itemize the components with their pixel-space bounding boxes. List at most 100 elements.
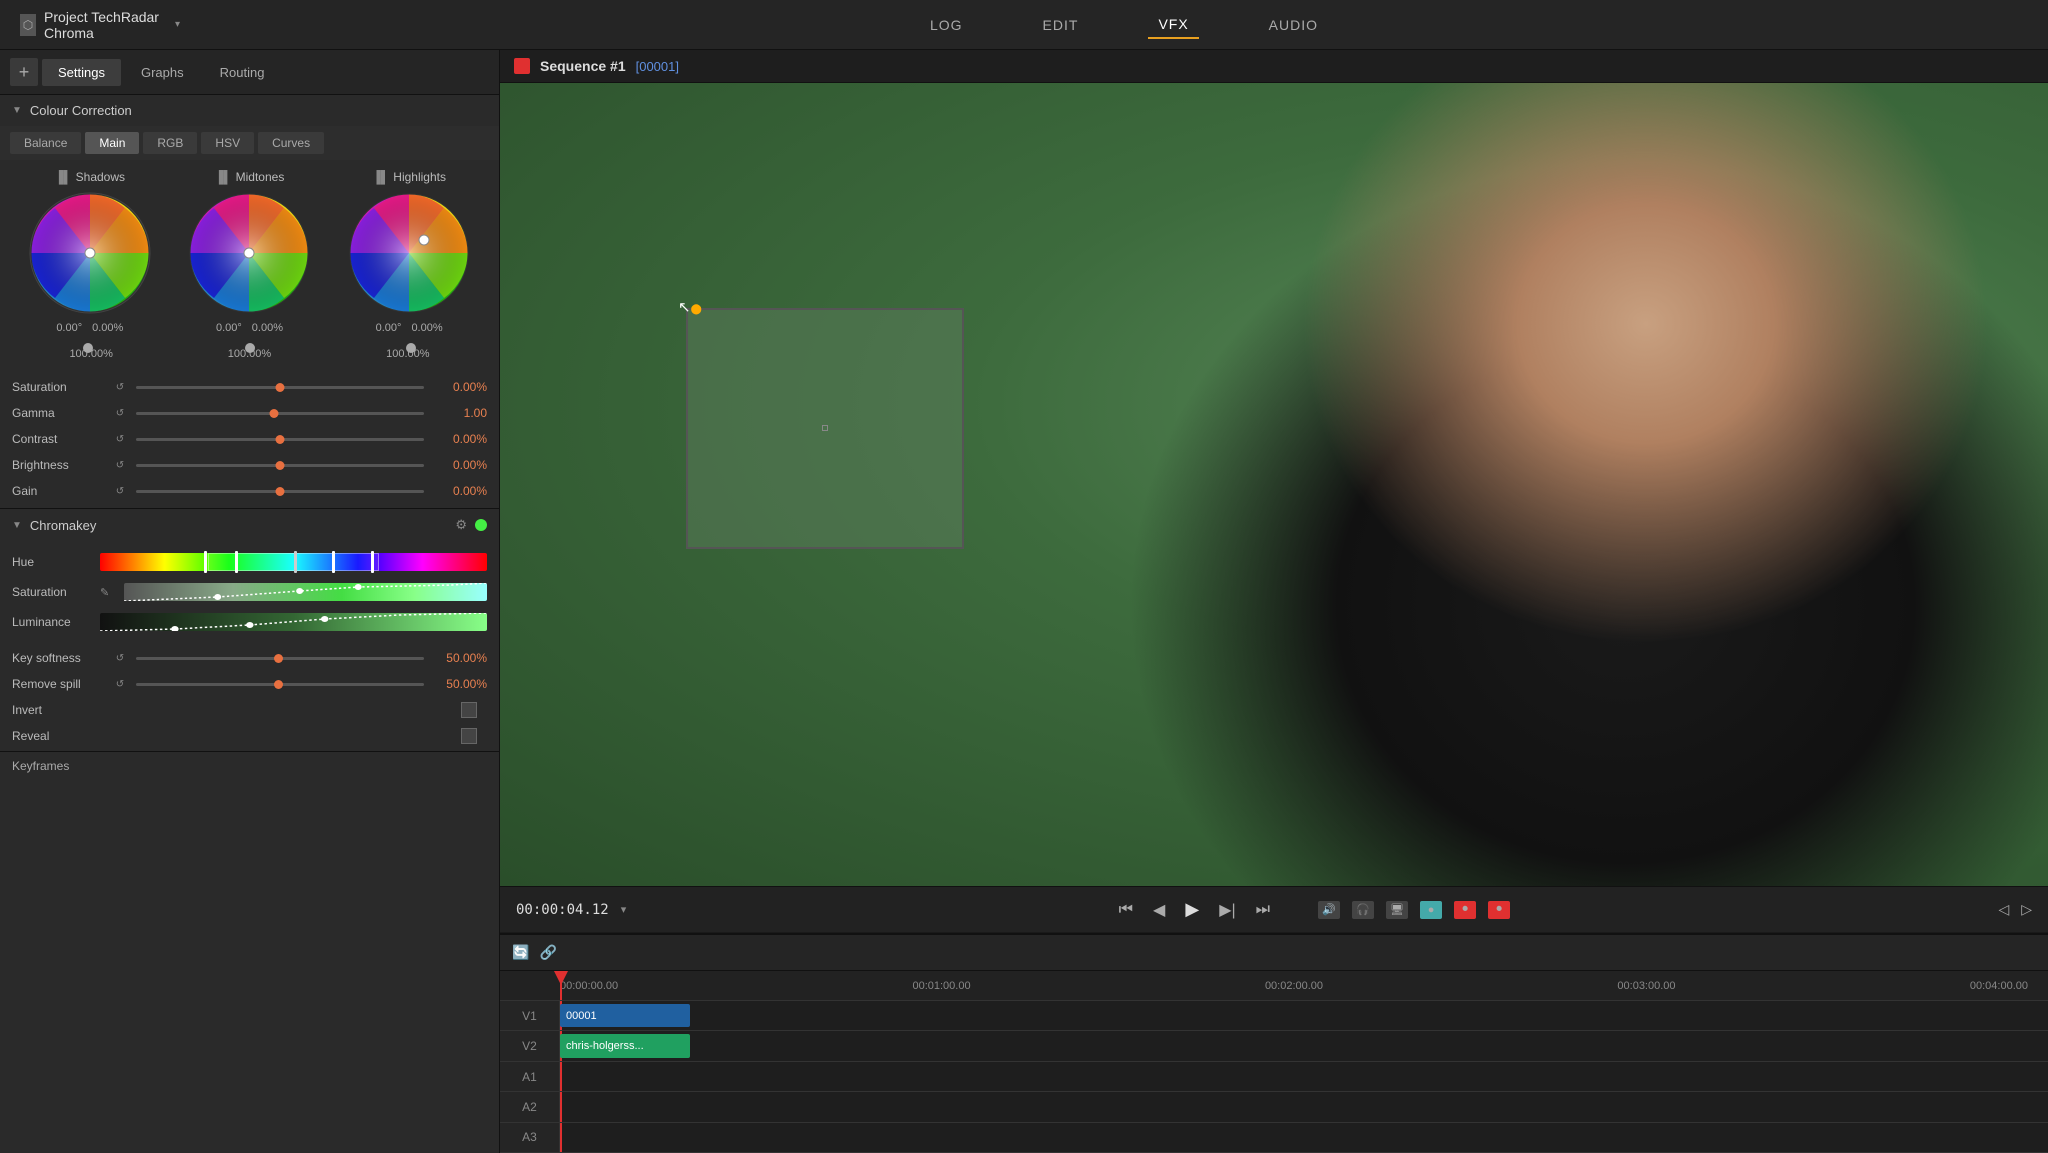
track-v2-clip[interactable]: chris-holgerss... <box>560 1034 690 1057</box>
shadows-label: Shadows <box>76 170 125 184</box>
corr-tab-rgb[interactable]: RGB <box>143 132 197 154</box>
record-icon-2[interactable]: ⏺ <box>1488 901 1510 919</box>
remove-spill-slider[interactable] <box>136 683 424 686</box>
tab-settings[interactable]: Settings <box>42 59 121 86</box>
contrast-reset[interactable]: ↺ <box>112 431 128 447</box>
tab-routing[interactable]: Routing <box>204 59 281 86</box>
green-screen-selection-box[interactable] <box>686 308 965 549</box>
timeline-sync-icon[interactable]: 🔄 <box>512 944 529 961</box>
shadows-label-row: ▐▌ Shadows <box>55 170 125 184</box>
keyframes-title: Keyframes <box>12 759 69 773</box>
nav-vfx[interactable]: VFX <box>1148 11 1198 39</box>
chromakey-led[interactable] <box>475 519 487 531</box>
hue-handle-center-left[interactable] <box>235 551 238 573</box>
highlights-color-wheel[interactable] <box>344 188 474 318</box>
hue-handle-right[interactable] <box>371 551 374 573</box>
gain-slider[interactable] <box>136 490 424 493</box>
saturation-slider[interactable] <box>136 386 424 389</box>
hue-handle-left[interactable] <box>204 551 207 573</box>
timeline-magnet-icon[interactable]: 🔗 <box>539 944 556 961</box>
sequence-title: Sequence #1 <box>540 58 626 74</box>
chromakey-gear-icon[interactable]: ⚙ <box>455 517 467 533</box>
brightness-row: Brightness ↺ 0.00% <box>12 452 487 478</box>
contrast-value: 0.00% <box>432 432 487 446</box>
gain-label: Gain <box>12 484 112 498</box>
gamma-value: 1.00 <box>432 406 487 420</box>
track-v1: V1 00001 <box>500 1001 2048 1031</box>
remove-spill-reset[interactable]: ↺ <box>112 679 128 690</box>
corr-tab-main[interactable]: Main <box>85 132 139 154</box>
track-v1-clip[interactable]: 00001 <box>560 1004 690 1027</box>
tab-graphs[interactable]: Graphs <box>125 59 200 86</box>
color-wheels: ▐▌ Shadows <box>0 160 499 334</box>
track-a3-playhead <box>560 1123 562 1152</box>
ruler-mark-2: 00:02:00.00 <box>1265 980 1323 992</box>
track-a3: A3 <box>500 1123 2048 1153</box>
green-led-icon[interactable]: ● <box>1420 901 1442 919</box>
gain-reset[interactable]: ↺ <box>112 483 128 499</box>
luminance-row: Luminance <box>12 607 487 637</box>
project-dropdown-arrow[interactable]: ▾ <box>175 19 180 30</box>
midtones-label-row: ▐▌ Midtones <box>215 170 285 184</box>
ruler-mark-1: 00:01:00.00 <box>912 980 970 992</box>
headphone-right-icon[interactable]: ▷ <box>2021 901 2032 918</box>
step-forward-button[interactable]: ▶| <box>1215 898 1239 922</box>
contrast-slider[interactable] <box>136 438 424 441</box>
monitor-icon[interactable]: 🖥 <box>1386 901 1408 919</box>
reveal-label: Reveal <box>12 729 112 743</box>
add-panel-button[interactable]: + <box>10 58 38 86</box>
saturation-reset[interactable]: ↺ <box>112 379 128 395</box>
hue-handle-center[interactable] <box>294 551 297 573</box>
record-icon[interactable]: ⏺ <box>1454 901 1476 919</box>
nav-edit[interactable]: EDIT <box>1033 12 1089 38</box>
key-softness-reset[interactable]: ↺ <box>112 653 128 664</box>
midtones-color-wheel[interactable] <box>184 188 314 318</box>
step-back-button[interactable]: ◀ <box>1149 898 1169 922</box>
shadows-deg: 0.00° <box>56 322 82 334</box>
highlights-wheel-handle[interactable] <box>419 235 429 245</box>
timecode-display: 00:00:04.12 <box>516 902 609 918</box>
gamma-reset[interactable]: ↺ <box>112 405 128 421</box>
invert-row: Invert <box>12 697 487 723</box>
nav-log[interactable]: LOG <box>920 12 973 38</box>
hue-bar[interactable] <box>100 553 487 571</box>
corr-tab-curves[interactable]: Curves <box>258 132 324 154</box>
invert-checkbox[interactable] <box>461 702 477 718</box>
midtones-wheel-handle[interactable] <box>244 248 254 258</box>
audio-icon[interactable]: 🔊 <box>1318 901 1340 919</box>
hue-row: Hue <box>12 547 487 577</box>
skip-to-end-button[interactable]: ⏭ <box>1252 899 1274 921</box>
shadows-color-wheel[interactable] <box>25 188 155 318</box>
luminance-bar[interactable] <box>100 613 487 631</box>
timecode-dropdown[interactable]: ▾ <box>621 903 627 916</box>
remove-spill-row: Remove spill ↺ 50.00% <box>12 671 487 697</box>
gamma-slider[interactable] <box>136 412 424 415</box>
hue-handle-center-right[interactable] <box>332 551 335 573</box>
saturation-value: 0.00% <box>432 380 487 394</box>
saturation-edit-icon[interactable]: ✎ <box>100 586 116 599</box>
brightness-reset[interactable]: ↺ <box>112 457 128 473</box>
skip-to-start-button[interactable]: ⏮ <box>1115 899 1137 921</box>
playhead[interactable] <box>560 971 562 1000</box>
midtones-values: 0.00° 0.00% <box>216 322 283 334</box>
headphone-icon[interactable]: 🎧 <box>1352 901 1374 919</box>
video-frame: ↖⬤ <box>500 83 2048 886</box>
highlights-icon: ▐▌ <box>372 170 389 184</box>
adjustment-rows: Saturation ↺ 0.00% Gamma ↺ 1.00 Co <box>0 370 499 508</box>
play-button[interactable]: ▶ <box>1181 897 1203 922</box>
key-softness-slider[interactable] <box>136 657 424 660</box>
corr-tab-balance[interactable]: Balance <box>10 132 81 154</box>
video-controls: 00:00:04.12 ▾ ⏮ ◀ ▶ ▶| ⏭ 🔊 🎧 🖥 ● ⏺ ⏺ ◁ ▷ <box>500 886 2048 932</box>
ruler-marks: 00:00:00.00 00:01:00.00 00:02:00.00 00:0… <box>560 980 2048 992</box>
colour-correction-header[interactable]: ▼ Colour Correction <box>0 95 499 126</box>
gamma-row: Gamma ↺ 1.00 <box>12 400 487 426</box>
shadows-wheel-container: ▐▌ Shadows <box>25 170 155 334</box>
chromakey-arrow[interactable]: ▼ <box>12 520 22 531</box>
nav-audio[interactable]: AUDIO <box>1259 12 1328 38</box>
brightness-slider[interactable] <box>136 464 424 467</box>
headphone-left-icon[interactable]: ◁ <box>1998 901 2009 918</box>
reveal-checkbox[interactable] <box>461 728 477 744</box>
corr-tab-hsv[interactable]: HSV <box>201 132 254 154</box>
saturation-bar[interactable] <box>124 583 487 601</box>
shadows-wheel-handle[interactable] <box>85 248 95 258</box>
